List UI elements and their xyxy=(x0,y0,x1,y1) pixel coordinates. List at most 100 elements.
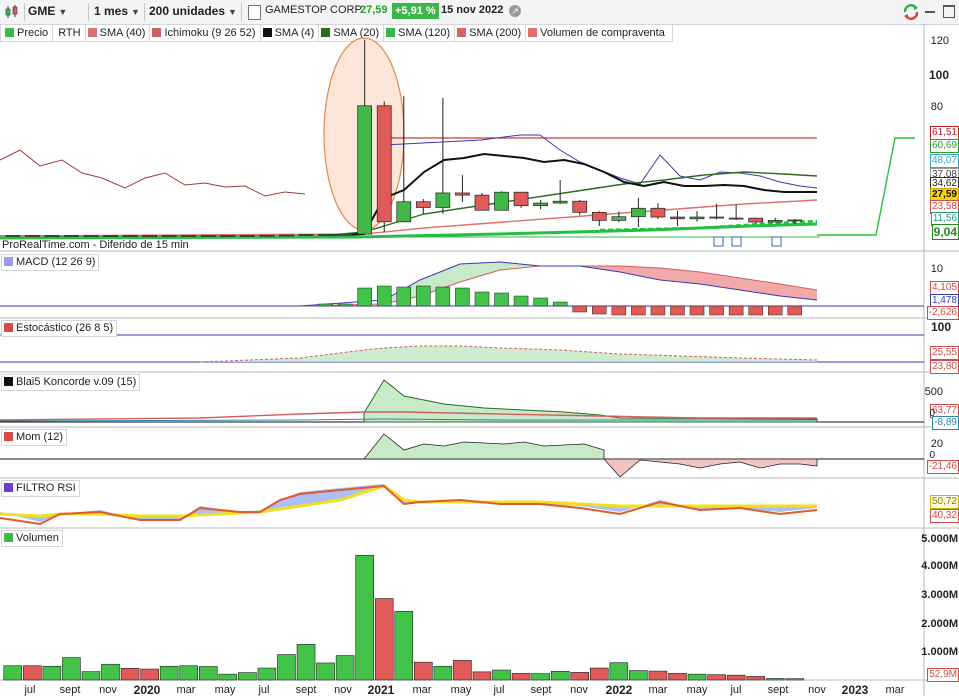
candle xyxy=(513,191,529,208)
volume-bar xyxy=(374,598,394,681)
volume-bar xyxy=(238,672,257,681)
candle-body xyxy=(631,207,646,218)
ichimoku-price-tag: 48,07 xyxy=(929,154,959,168)
rsi-tag: 50,72 xyxy=(929,495,959,509)
volume-bar xyxy=(42,665,62,681)
time-axis-month-label: jul xyxy=(493,684,505,696)
koncorde-swatch xyxy=(4,377,13,386)
candle xyxy=(161,235,177,237)
candle-body xyxy=(494,191,509,211)
time-axis-month-label: sept xyxy=(295,684,317,696)
event-icon xyxy=(713,236,724,247)
volume-bar xyxy=(707,674,726,681)
macd-histogram-bar xyxy=(318,303,333,307)
volume-label: Volumen xyxy=(16,532,59,544)
volume-bar xyxy=(81,671,101,681)
instrument-info-icon[interactable] xyxy=(248,5,261,20)
minimize-icon[interactable] xyxy=(925,11,935,13)
candle xyxy=(200,235,216,237)
macd-swatch xyxy=(4,257,13,266)
macd-label: MACD (12 26 9) xyxy=(16,256,96,268)
units-selector[interactable]: 200 unidades ▼ xyxy=(149,3,237,20)
volume-bar xyxy=(198,666,218,681)
volume-bar xyxy=(159,665,179,681)
candle xyxy=(689,211,705,222)
refresh-icon[interactable] xyxy=(901,2,921,22)
time-axis-month-label: mar xyxy=(885,684,905,696)
volume-tag: 52,9M xyxy=(927,668,959,682)
macd-histogram-bar xyxy=(455,287,470,307)
stochastic-fill xyxy=(200,346,817,362)
momentum-tag: -21,46 xyxy=(926,460,959,474)
rsi-swatch xyxy=(4,483,13,492)
candle-body xyxy=(474,194,490,211)
candle-body xyxy=(611,216,627,221)
time-axis-month-label: sept xyxy=(59,684,81,696)
volume-bar xyxy=(629,670,648,681)
volume-bar xyxy=(140,668,159,681)
momentum-swatch xyxy=(4,432,13,441)
volume-bar xyxy=(355,554,374,681)
candle-body xyxy=(533,202,548,207)
volume-bar xyxy=(511,673,531,681)
candle xyxy=(103,235,118,237)
candle-body xyxy=(83,235,99,237)
koncorde-legend: Blai5 Koncorde v.09 (15) xyxy=(1,374,141,391)
candle xyxy=(220,235,236,237)
candle xyxy=(650,203,666,220)
candlestick-chart-icon[interactable] xyxy=(4,4,20,20)
volume-bar xyxy=(492,669,511,681)
candle-body xyxy=(298,234,314,236)
volume-bar xyxy=(120,667,140,681)
sma-price-tag: 9,04 xyxy=(931,224,959,240)
volume-bar xyxy=(746,676,765,681)
event-icon xyxy=(771,236,782,247)
macd-histogram-bar xyxy=(572,305,587,313)
chart-canvas[interactable] xyxy=(0,24,959,696)
macd-histogram-bar xyxy=(533,297,548,307)
stochastic-axis-label: 100 xyxy=(930,320,951,334)
hyperlink-icon[interactable]: ↗ xyxy=(509,5,521,17)
toolbar-separator xyxy=(144,3,145,21)
macd-histogram-bar xyxy=(552,301,568,307)
rsi-label: FILTRO RSI xyxy=(16,482,76,494)
units-label: 200 unidades xyxy=(149,4,226,18)
candle-body xyxy=(181,235,197,237)
koncorde-label: Blai5 Koncorde v.09 (15) xyxy=(16,376,137,388)
candle xyxy=(376,101,392,232)
candle xyxy=(24,235,40,237)
candle-body xyxy=(64,235,79,237)
time-axis-month-label: mar xyxy=(176,684,196,696)
time-axis-month-label: nov xyxy=(808,684,826,696)
toolbar-separator xyxy=(24,3,25,21)
momentum-axis-label: 20 xyxy=(930,438,943,450)
time-axis-month-label: mar xyxy=(412,684,432,696)
volume-bar xyxy=(316,662,335,681)
time-axis-year-label: 2020 xyxy=(133,683,161,697)
period-selector[interactable]: 1 mes ▼ xyxy=(94,3,140,20)
candle-body xyxy=(279,234,294,237)
macd-histogram-bar xyxy=(396,286,412,307)
momentum-label: Mom (12) xyxy=(16,431,64,443)
rsi-tag: 40,32 xyxy=(929,509,959,523)
maximize-icon[interactable] xyxy=(943,5,955,18)
macd-histogram-bar xyxy=(670,305,685,316)
time-axis-month-label: may xyxy=(450,684,472,696)
candle-body xyxy=(709,216,724,219)
event-icon xyxy=(731,236,742,247)
volume-bar xyxy=(570,672,590,681)
macd-tag: 4,105 xyxy=(929,281,959,295)
volume-bar xyxy=(257,667,277,681)
volume-axis-label: 5.000M xyxy=(921,533,958,545)
data-delay-note: ProRealTime.com - Diferido de 15 min xyxy=(2,239,189,251)
candle xyxy=(631,197,646,228)
symbol-selector[interactable]: GME ▼ xyxy=(28,3,67,20)
candle-body xyxy=(552,200,568,204)
time-axis-month-label: jul xyxy=(730,684,742,696)
chevron-down-icon: ▼ xyxy=(228,7,237,17)
price-axis-label: 120 xyxy=(930,35,949,47)
volume-bar xyxy=(785,678,805,681)
candle xyxy=(728,204,744,221)
candle xyxy=(552,180,568,204)
company-name: GAMESTOP CORP. xyxy=(265,4,364,16)
